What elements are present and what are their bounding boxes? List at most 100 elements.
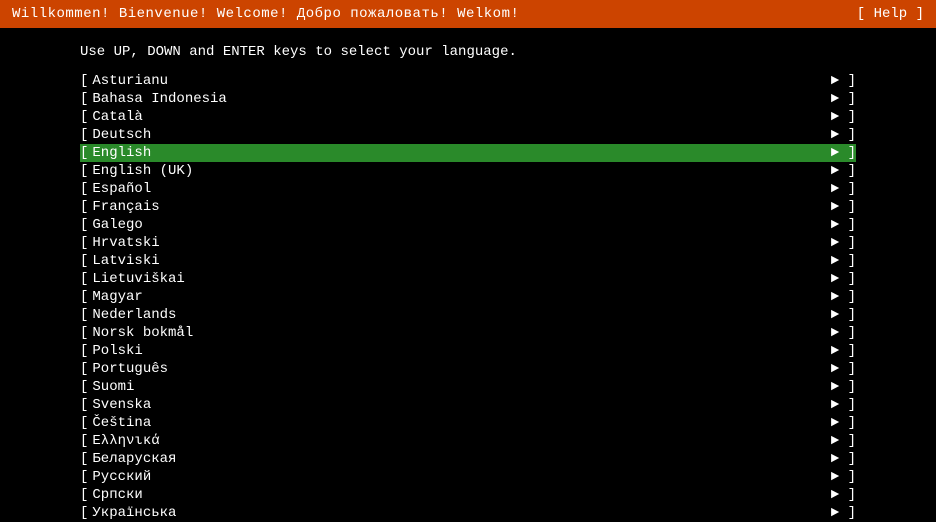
arrow-indicator: ► ] [831, 343, 856, 359]
language-item[interactable]: [ Español ► ] [80, 180, 856, 198]
arrow-indicator: ► ] [831, 361, 856, 377]
language-name: Bahasa Indonesia [92, 91, 292, 107]
arrow-indicator: ► ] [831, 127, 856, 143]
arrow-indicator: ► ] [831, 451, 856, 467]
bracket-open: [ [80, 397, 88, 413]
bracket-open: [ [80, 433, 88, 449]
language-name: Español [92, 181, 292, 197]
language-item[interactable]: [ Deutsch ► ] [80, 126, 856, 144]
bracket-open: [ [80, 163, 88, 179]
arrow-indicator: ► ] [831, 487, 856, 503]
language-name: Polski [92, 343, 292, 359]
language-name: Српски [92, 487, 292, 503]
bracket-open: [ [80, 217, 88, 233]
language-item[interactable]: [ Čeština ► ] [80, 414, 856, 432]
language-name: Svenska [92, 397, 292, 413]
bracket-open: [ [80, 469, 88, 485]
language-item[interactable]: [ Asturianu ► ] [80, 72, 856, 90]
language-item[interactable]: [ Português► ] [80, 360, 856, 378]
language-name: Català [92, 109, 292, 125]
bracket-open: [ [80, 109, 88, 125]
bracket-open: [ [80, 343, 88, 359]
arrow-indicator: ► ] [831, 253, 856, 269]
language-item[interactable]: [ Français ► ] [80, 198, 856, 216]
language-name: Norsk bokmål [92, 325, 292, 341]
bracket-open: [ [80, 145, 88, 161]
arrow-indicator: ► ] [831, 145, 856, 161]
bracket-open: [ [80, 181, 88, 197]
arrow-indicator: ► ] [831, 307, 856, 323]
language-name: Latviski [92, 253, 292, 269]
language-item[interactable]: [ Suomi► ] [80, 378, 856, 396]
bracket-open: [ [80, 505, 88, 521]
arrow-indicator: ► ] [831, 271, 856, 287]
arrow-indicator: ► ] [831, 397, 856, 413]
bracket-open: [ [80, 271, 88, 287]
header-bar: Willkommen! Bienvenue! Welcome! Добро по… [0, 0, 936, 28]
language-item[interactable]: [ Српски► ] [80, 486, 856, 504]
language-name: Galego [92, 217, 292, 233]
language-item[interactable]: [ Català ► ] [80, 108, 856, 126]
language-item[interactable]: [ Українська ► ] [80, 504, 856, 522]
language-name: Lietuviškai [92, 271, 292, 287]
language-item[interactable]: [ Lietuviškai ► ] [80, 270, 856, 288]
arrow-indicator: ► ] [831, 109, 856, 125]
bracket-open: [ [80, 325, 88, 341]
language-name: Deutsch [92, 127, 292, 143]
language-name: Русский [92, 469, 292, 485]
bracket-open: [ [80, 307, 88, 323]
language-name: Português [92, 361, 292, 377]
language-item[interactable]: [ Polski ► ] [80, 342, 856, 360]
bracket-open: [ [80, 253, 88, 269]
language-name: Беларуская [92, 451, 292, 467]
help-button[interactable]: [ Help ] [857, 6, 924, 22]
language-name: English (UK) [92, 163, 292, 179]
language-item[interactable]: [ Nederlands ► ] [80, 306, 856, 324]
language-name: Hrvatski [92, 235, 292, 251]
bracket-open: [ [80, 289, 88, 305]
arrow-indicator: ► ] [831, 379, 856, 395]
language-item[interactable]: [ Русский ► ] [80, 468, 856, 486]
bracket-open: [ [80, 379, 88, 395]
language-name: Asturianu [92, 73, 292, 89]
arrow-indicator: ► ] [831, 73, 856, 89]
language-name: English [92, 145, 292, 161]
language-item[interactable]: [ Norsk bokmål ► ] [80, 324, 856, 342]
arrow-indicator: ► ] [831, 325, 856, 341]
arrow-indicator: ► ] [831, 199, 856, 215]
language-item[interactable]: [ Беларуская► ] [80, 450, 856, 468]
language-name: Ελληνικά [92, 433, 292, 449]
bracket-open: [ [80, 199, 88, 215]
arrow-indicator: ► ] [831, 217, 856, 233]
language-item[interactable]: [ English (UK) ► ] [80, 162, 856, 180]
arrow-indicator: ► ] [831, 181, 856, 197]
bracket-open: [ [80, 235, 88, 251]
language-name: Français [92, 199, 292, 215]
arrow-indicator: ► ] [831, 289, 856, 305]
language-item[interactable]: [ Bahasa Indonesia► ] [80, 90, 856, 108]
language-item[interactable]: [ Hrvatski ► ] [80, 234, 856, 252]
language-name: Magyar [92, 289, 292, 305]
arrow-indicator: ► ] [831, 505, 856, 521]
bracket-open: [ [80, 73, 88, 89]
arrow-indicator: ► ] [831, 235, 856, 251]
language-item[interactable]: [ English ► ] [80, 144, 856, 162]
language-item[interactable]: [ Ελληνικά ► ] [80, 432, 856, 450]
language-item[interactable]: [ Galego ► ] [80, 216, 856, 234]
language-item[interactable]: [ Magyar ► ] [80, 288, 856, 306]
bracket-open: [ [80, 127, 88, 143]
language-item[interactable]: [ Svenska ► ] [80, 396, 856, 414]
language-name: Čeština [92, 415, 292, 431]
arrow-indicator: ► ] [831, 469, 856, 485]
language-list: [ Asturianu► ][ Bahasa Indonesia► ][ Cat… [0, 72, 936, 522]
instruction-text: Use UP, DOWN and ENTER keys to select yo… [0, 28, 936, 72]
arrow-indicator: ► ] [831, 415, 856, 431]
language-name: Nederlands [92, 307, 292, 323]
arrow-indicator: ► ] [831, 163, 856, 179]
arrow-indicator: ► ] [831, 91, 856, 107]
header-title: Willkommen! Bienvenue! Welcome! Добро по… [12, 6, 519, 22]
language-item[interactable]: [ Latviski ► ] [80, 252, 856, 270]
language-name: Українська [92, 505, 292, 521]
arrow-indicator: ► ] [831, 433, 856, 449]
bracket-open: [ [80, 415, 88, 431]
